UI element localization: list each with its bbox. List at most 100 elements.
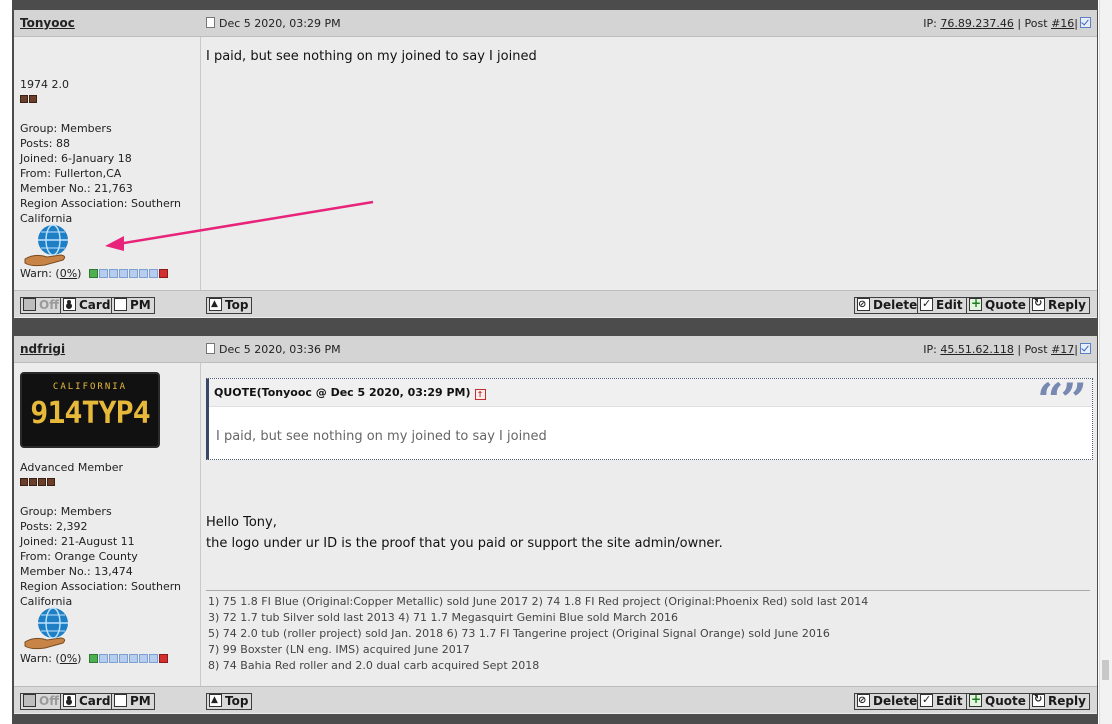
pm-icon (114, 694, 127, 707)
post-meta: IP: 45.51.62.118 | Post #17| (923, 343, 1091, 356)
author-name-link[interactable]: Tonyooc (20, 16, 75, 30)
scrollbar-thumb[interactable] (1102, 660, 1109, 680)
signature-divider (206, 590, 1090, 591)
warn-row: Warn: (0%) (20, 651, 169, 667)
signature: 1) 75 1.8 FI Blue (Original:Copper Metal… (208, 594, 868, 674)
post-16: Tonyooc Dec 5 2020, 03:29 PM IP: 76.89.2… (14, 10, 1097, 318)
warn-paren-close: ) (77, 267, 82, 280)
ban-icon (857, 297, 870, 312)
member-posts: Posts: 2,392 (20, 520, 88, 533)
reply-icon (1032, 296, 1045, 311)
pm-button[interactable]: PM (111, 693, 155, 710)
member-group: Group: Members (20, 122, 112, 135)
ip-link[interactable]: 76.89.237.46 (940, 17, 1013, 30)
delete-button[interactable]: Delete (854, 297, 922, 314)
offline-button[interactable]: Off (20, 297, 63, 314)
quote-marks-icon: “” (1037, 373, 1087, 427)
avatar: CALIFORNIA 914TYP4 (20, 372, 160, 448)
ban-icon (857, 693, 870, 708)
top-button[interactable]: Top (206, 297, 253, 314)
author-name-link[interactable]: ndfrigi (20, 342, 65, 356)
plate-state: CALIFORNIA (52, 382, 128, 392)
select-post-checkbox[interactable] (1080, 343, 1091, 354)
rank-pips (20, 92, 38, 103)
post-body-line-2: the logo under ur ID is the proof that y… (206, 536, 723, 551)
post-body: Hello Tony, the logo under ur ID is the … (206, 512, 723, 554)
card-button[interactable]: Card (60, 297, 115, 314)
rank-pips (20, 475, 56, 486)
pm-icon (114, 298, 127, 311)
post-date: Dec 5 2020, 03:29 PM (206, 17, 341, 30)
up-arrow-icon (209, 693, 222, 708)
up-arrow-icon (209, 297, 222, 312)
member-joined: Joined: 21-August 11 (20, 535, 135, 548)
meta-separator: | (1074, 17, 1078, 30)
author-profile: 1974 2.0 Group: Members Posts: 88 Joined… (20, 77, 181, 226)
member-title: Advanced Member (20, 461, 124, 474)
post-body-line-1: Hello Tony, (206, 515, 277, 530)
post-meta: IP: 76.89.237.46 | Post #16| (923, 17, 1091, 30)
warn-label: Warn: (20, 267, 52, 280)
document-icon (206, 17, 215, 28)
meta-separator: | (1017, 17, 1022, 30)
post-header: Tonyooc Dec 5 2020, 03:29 PM IP: 76.89.2… (14, 10, 1097, 37)
ip-link[interactable]: 45.51.62.118 (940, 343, 1013, 356)
member-posts: Posts: 88 (20, 137, 70, 150)
member-number: Member No.: 21,763 (20, 182, 133, 195)
warn-level-link[interactable]: 0% (60, 652, 77, 665)
post-date: Dec 5 2020, 03:36 PM (206, 343, 341, 356)
card-button[interactable]: Card (60, 693, 115, 710)
signature-line: 3) 72 1.7 tub Silver sold last 2013 4) 7… (208, 611, 679, 624)
quote-block: QUOTE(Tonyooc @ Dec 5 2020, 03:29 PM) ↑ “… (206, 373, 1093, 460)
quote-button[interactable]: Quote (966, 296, 1030, 314)
post-label: Post (1024, 17, 1048, 30)
post-label: Post (1024, 343, 1048, 356)
member-region: Region Association: Southern (20, 580, 182, 593)
person-icon (63, 694, 76, 707)
warn-paren-close: ) (77, 652, 82, 665)
checkmark-icon (920, 692, 933, 707)
reply-icon (1032, 692, 1045, 707)
offline-icon (23, 694, 36, 707)
reply-button[interactable]: Reply (1029, 692, 1090, 710)
warn-bar (88, 652, 169, 667)
quote-title: QUOTE(Tonyooc @ Dec 5 2020, 03:29 PM) ↑ (214, 386, 486, 400)
quote-back-icon[interactable]: ↑ (474, 389, 486, 400)
scrollbar[interactable] (1099, 0, 1112, 724)
plate-number: 914TYP4 (30, 396, 150, 431)
post-number-link[interactable]: #17 (1051, 343, 1074, 356)
post-17: ndfrigi Dec 5 2020, 03:36 PM IP: 45.51.6… (14, 336, 1097, 714)
delete-button[interactable]: Delete (854, 693, 922, 710)
member-from: From: Fullerton,CA (20, 167, 122, 180)
quote-header: QUOTE(Tonyooc @ Dec 5 2020, 03:29 PM) ↑ “… (209, 373, 1092, 427)
post-body: I paid, but see nothing on my joined to … (206, 49, 537, 64)
member-joined: Joined: 6-January 18 (20, 152, 132, 165)
offline-button[interactable]: Off (20, 693, 63, 710)
author-profile: Advanced Member Group: Members Posts: 2,… (20, 460, 181, 609)
post-number-link[interactable]: #16 (1051, 17, 1074, 30)
member-from: From: Orange County (20, 550, 138, 563)
meta-separator: | (1017, 343, 1022, 356)
ip-label: IP: (923, 343, 937, 356)
post-date-text: Dec 5 2020, 03:36 PM (219, 343, 341, 356)
offline-icon (23, 298, 36, 311)
post-date-text: Dec 5 2020, 03:29 PM (219, 17, 341, 30)
pm-button[interactable]: PM (111, 297, 155, 314)
warn-level-link[interactable]: 0% (60, 267, 77, 280)
post-footer: Off Card PM Top Delete Edit Quote Reply (14, 686, 1097, 713)
edit-button[interactable]: Edit (917, 296, 967, 314)
member-title: 1974 2.0 (20, 78, 69, 91)
quote-button[interactable]: Quote (966, 692, 1030, 710)
signature-line: 8) 74 Bahia Red roller and 2.0 dual carb… (208, 659, 540, 672)
reply-button[interactable]: Reply (1029, 296, 1090, 314)
meta-separator: | (1074, 343, 1078, 356)
post-footer: Off Card PM Top Delete Edit Quote Reply (14, 290, 1097, 317)
plus-icon (969, 692, 982, 707)
ip-label: IP: (923, 17, 937, 30)
document-icon (206, 343, 215, 354)
top-button[interactable]: Top (206, 693, 253, 710)
warn-row: Warn: (0%) (20, 266, 169, 282)
edit-button[interactable]: Edit (917, 692, 967, 710)
member-group: Group: Members (20, 505, 112, 518)
select-post-checkbox[interactable] (1080, 17, 1091, 28)
